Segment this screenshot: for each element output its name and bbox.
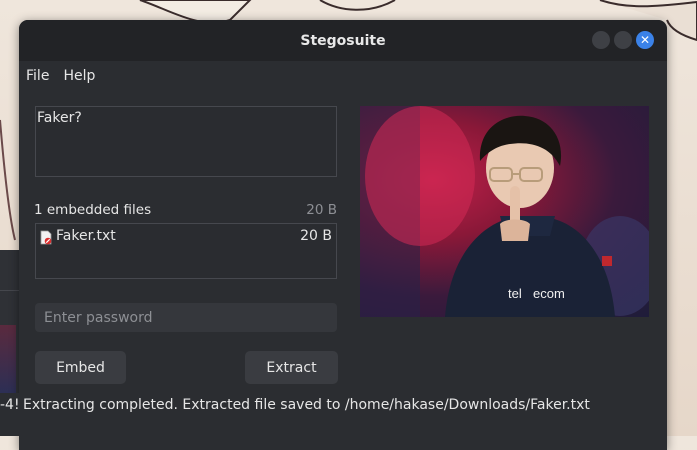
status-bar: -4! Extracting completed. Extracted file… — [0, 397, 697, 417]
close-button[interactable]: ✕ — [636, 31, 654, 49]
message-textarea[interactable]: Faker? — [35, 106, 337, 177]
window-title: Stegosuite — [300, 32, 386, 49]
embedded-files-count: 1 embedded files — [34, 202, 152, 218]
background-thumbnail — [0, 325, 16, 395]
embedded-files-header: 1 embedded files 20 B — [34, 202, 338, 222]
image-preview: tel ecom — [360, 106, 649, 317]
menu-file[interactable]: File — [19, 68, 56, 84]
extract-button[interactable]: Extract — [245, 351, 338, 384]
status-message: Extracting completed. Extracted file sav… — [23, 397, 590, 413]
file-row[interactable]: Faker.txt 20 B — [36, 228, 336, 248]
svg-text:ecom: ecom — [533, 286, 565, 301]
preview-photo: tel ecom — [360, 106, 649, 317]
menu-bar: File Help — [19, 61, 667, 91]
embedded-files-list[interactable]: Faker.txt 20 B — [35, 223, 337, 279]
file-size: 20 B — [300, 228, 332, 244]
password-input[interactable] — [35, 303, 337, 332]
maximize-button[interactable] — [614, 31, 632, 49]
title-bar[interactable]: Stegosuite ✕ — [19, 20, 667, 61]
svg-text:tel: tel — [508, 286, 522, 301]
status-prefix: -4! — [0, 397, 20, 413]
message-text: Faker? — [37, 110, 82, 126]
file-name: Faker.txt — [56, 228, 116, 244]
minimize-button[interactable] — [592, 31, 610, 49]
stegosuite-window: Stegosuite ✕ File Help Faker? 1 embedded… — [19, 20, 667, 450]
embedded-files-total-size: 20 B — [306, 202, 337, 218]
embed-button[interactable]: Embed — [35, 351, 126, 384]
background-divider — [0, 290, 20, 291]
menu-help[interactable]: Help — [56, 68, 102, 84]
close-icon: ✕ — [639, 33, 651, 47]
text-file-icon — [40, 230, 52, 245]
